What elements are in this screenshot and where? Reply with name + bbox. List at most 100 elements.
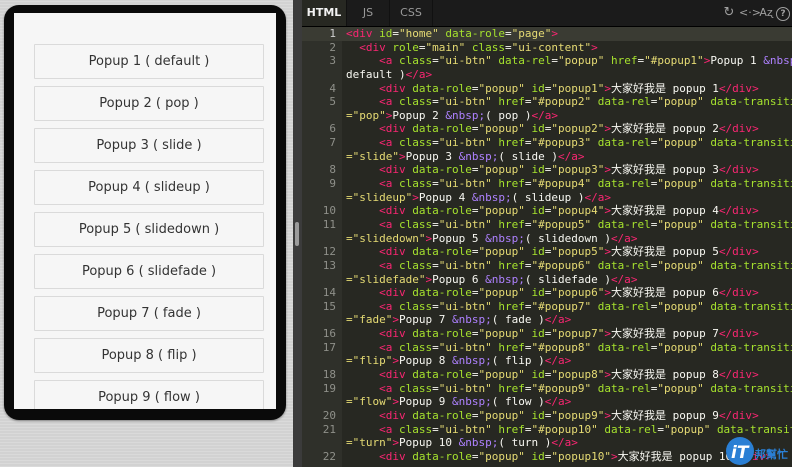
code-line[interactable]: 12 <div data-role="popup" id="popup5">大家… bbox=[302, 245, 792, 259]
code-line[interactable]: 6 <div data-role="popup" id="popup2">大家好… bbox=[302, 122, 792, 136]
refresh-icon[interactable]: ↻ bbox=[721, 5, 737, 21]
ithome-watermark-logo: iT 邦幫忙 bbox=[726, 437, 788, 465]
tab-css[interactable]: CSS bbox=[390, 0, 433, 26]
line-number: 1 bbox=[329, 27, 336, 40]
code-text: <div data-role="popup" id="popup1">大家好我是… bbox=[379, 81, 759, 95]
help-icon[interactable]: ? bbox=[776, 7, 790, 21]
code-line[interactable]: ="pop">Popup 2 &nbsp;( pop )</a> bbox=[302, 109, 792, 123]
code-text: <a class="ui-btn" href="#popup7" data-re… bbox=[379, 299, 792, 313]
device-frame: Popup 1 ( default ) Popup 2 ( pop ) Popup … bbox=[4, 5, 286, 420]
code-line[interactable]: 8 <div data-role="popup" id="popup3">大家好… bbox=[302, 163, 792, 177]
font-size-icon[interactable]: Aʐ bbox=[759, 5, 773, 21]
code-text: <div data-role="popup" id="popup10">大家好我… bbox=[379, 449, 772, 463]
code-line[interactable]: ="slide">Popup 3 &nbsp;( slide )</a> bbox=[302, 150, 792, 164]
code-text: <a class="ui-btn" href="#popup2" data-re… bbox=[379, 95, 792, 109]
code-text: ="pop">Popup 2 &nbsp;( pop )</a> bbox=[346, 108, 558, 122]
watermark-sub-text: 邦幫忙 bbox=[755, 447, 788, 461]
tab-js[interactable]: JS bbox=[347, 0, 390, 26]
code-line[interactable]: 11 <a class="ui-btn" href="#popup5" data… bbox=[302, 218, 792, 232]
line-number: 14 bbox=[322, 286, 336, 300]
code-text: <div id="home" data-role="page"> bbox=[346, 27, 558, 40]
code-line[interactable]: ="fade">Popup 7 &nbsp;( fade )</a> bbox=[302, 313, 792, 327]
code-line[interactable]: 22 <div data-role="popup" id="popup10">大… bbox=[302, 450, 792, 464]
line-number: 22 bbox=[322, 449, 336, 463]
popup-button-list: Popup 1 ( default ) Popup 2 ( pop ) Popup … bbox=[34, 44, 264, 409]
code-text: <div role="main" class="ui-content"> bbox=[359, 40, 598, 54]
preview-screen: Popup 1 ( default ) Popup 2 ( pop ) Popup … bbox=[14, 13, 276, 409]
code-text: ="slidefade">Popup 6 &nbsp;( slidefade )… bbox=[346, 272, 638, 286]
code-text: ="turn">Popup 10 &nbsp;( turn )</a> bbox=[346, 436, 578, 450]
code-text: <div data-role="popup" id="popup5">大家好我是… bbox=[379, 245, 759, 259]
line-number: 20 bbox=[322, 408, 336, 422]
popup-button-8[interactable]: Popup 8 ( flip ) bbox=[34, 338, 264, 373]
popup-button-1[interactable]: Popup 1 ( default ) bbox=[34, 44, 264, 79]
code-line[interactable]: 7 <a class="ui-btn" href="#popup3" data-… bbox=[302, 136, 792, 150]
code-line[interactable]: 4 <div data-role="popup" id="popup1">大家好… bbox=[302, 82, 792, 96]
code-text: <a class="ui-btn" href="#popup5" data-re… bbox=[379, 217, 792, 231]
popup-button-3[interactable]: Popup 3 ( slide ) bbox=[34, 128, 264, 163]
code-line[interactable]: ="flow">Popup 9 &nbsp;( flow )</a> bbox=[302, 395, 792, 409]
code-line[interactable]: ="turn">Popup 10 &nbsp;( turn )</a> bbox=[302, 436, 792, 450]
code-text: <a class="ui-btn" href="#popup4" data-re… bbox=[379, 177, 792, 191]
code-text: <a class="ui-btn" href="#popup8" data-re… bbox=[379, 340, 792, 354]
code-line[interactable]: 14 <div data-role="popup" id="popup6">大家… bbox=[302, 286, 792, 300]
line-number: 6 bbox=[329, 122, 336, 136]
code-line[interactable]: ="slidedown">Popup 5 &nbsp;( slidedown )… bbox=[302, 232, 792, 246]
code-content[interactable]: 1 <div id="home" data-role="page"> 2 <div … bbox=[302, 27, 792, 467]
code-line[interactable]: 10 <div data-role="popup" id="popup4">大家… bbox=[302, 204, 792, 218]
line-number: 17 bbox=[322, 340, 336, 354]
popup-button-4[interactable]: Popup 4 ( slideup ) bbox=[34, 170, 264, 205]
line-number: 4 bbox=[329, 81, 336, 95]
code-line[interactable]: 18 <div data-role="popup" id="popup8">大家… bbox=[302, 368, 792, 382]
tab-html[interactable]: HTML bbox=[302, 0, 347, 26]
code-line[interactable]: ="slideup">Popup 4 &nbsp;( slideup )</a> bbox=[302, 191, 792, 205]
code-text: <div data-role="popup" id="popup8">大家好我是… bbox=[379, 368, 759, 382]
code-text: <div data-role="popup" id="popup7">大家好我是… bbox=[379, 327, 759, 341]
code-text: <a class="ui-btn" href="#popup9" data-re… bbox=[379, 381, 792, 395]
pane-splitter[interactable] bbox=[293, 0, 302, 467]
code-text: ="fade">Popup 7 &nbsp;( fade )</a> bbox=[346, 313, 572, 327]
line-number: 10 bbox=[322, 204, 336, 218]
code-line[interactable]: 1 <div id="home" data-role="page"> bbox=[302, 27, 792, 41]
watermark-main-text: iT bbox=[731, 443, 750, 463]
code-line[interactable]: default )</a> bbox=[302, 68, 792, 82]
code-line[interactable]: 3 <a class="ui-btn" data-rel="popup" hre… bbox=[302, 54, 792, 68]
code-line[interactable]: 19 <a class="ui-btn" href="#popup9" data… bbox=[302, 382, 792, 396]
code-text: ="slidedown">Popup 5 &nbsp;( slidedown )… bbox=[346, 231, 638, 245]
code-line[interactable]: 13 <a class="ui-btn" href="#popup6" data… bbox=[302, 259, 792, 273]
code-line[interactable]: 5 <a class="ui-btn" href="#popup2" data-… bbox=[302, 95, 792, 109]
code-line[interactable]: 21 <a class="ui-btn" href="#popup10" dat… bbox=[302, 423, 792, 437]
code-line[interactable]: ="flip">Popup 8 &nbsp;( flip )</a> bbox=[302, 354, 792, 368]
line-number: 8 bbox=[329, 163, 336, 177]
line-number: 7 bbox=[329, 136, 336, 150]
line-number: 13 bbox=[322, 258, 336, 272]
popup-button-2[interactable]: Popup 2 ( pop ) bbox=[34, 86, 264, 121]
popup-button-6[interactable]: Popup 6 ( slidefade ) bbox=[34, 254, 264, 289]
splitter-grip-handle[interactable] bbox=[295, 222, 299, 246]
code-text: <div data-role="popup" id="popup6">大家好我是… bbox=[379, 286, 759, 300]
code-text: <div data-role="popup" id="popup2">大家好我是… bbox=[379, 122, 759, 136]
code-text: <div data-role="popup" id="popup4">大家好我是… bbox=[379, 204, 759, 218]
code-text: <a class="ui-btn" href="#popup3" data-re… bbox=[379, 136, 792, 150]
code-line[interactable]: 17 <a class="ui-btn" href="#popup8" data… bbox=[302, 341, 792, 355]
code-line[interactable]: ="slidefade">Popup 6 &nbsp;( slidefade )… bbox=[302, 273, 792, 287]
code-line[interactable]: 9 <a class="ui-btn" href="#popup4" data-… bbox=[302, 177, 792, 191]
code-line[interactable]: 15 <a class="ui-btn" href="#popup7" data… bbox=[302, 300, 792, 314]
popup-button-9[interactable]: Popup 9 ( flow ) bbox=[34, 380, 264, 409]
code-line[interactable]: 2 <div role="main" class="ui-content"> bbox=[302, 41, 792, 55]
code-line[interactable]: 16 <div data-role="popup" id="popup7">大家… bbox=[302, 327, 792, 341]
line-number: 15 bbox=[322, 299, 336, 313]
code-text: ="slideup">Popup 4 &nbsp;( slideup )</a> bbox=[346, 190, 611, 204]
line-number: 12 bbox=[322, 245, 336, 259]
code-line[interactable]: 20 <div data-role="popup" id="popup9">大家… bbox=[302, 409, 792, 423]
line-number: 21 bbox=[322, 422, 336, 436]
editor-tab-bar: HTML JS CSS ↻ <·> Aʐ ? bbox=[302, 0, 792, 27]
code-text: ="flip">Popup 8 &nbsp;( flip )</a> bbox=[346, 354, 572, 368]
line-number: 11 bbox=[322, 217, 336, 231]
popup-button-5[interactable]: Popup 5 ( slidedown ) bbox=[34, 212, 264, 247]
popup-button-7[interactable]: Popup 7 ( fade ) bbox=[34, 296, 264, 331]
code-text: default )</a> bbox=[346, 67, 433, 81]
line-number: 16 bbox=[322, 327, 336, 341]
code-tags-icon[interactable]: <·> bbox=[739, 5, 761, 21]
code-text: <a class="ui-btn" data-rel="popup" href=… bbox=[379, 54, 792, 68]
